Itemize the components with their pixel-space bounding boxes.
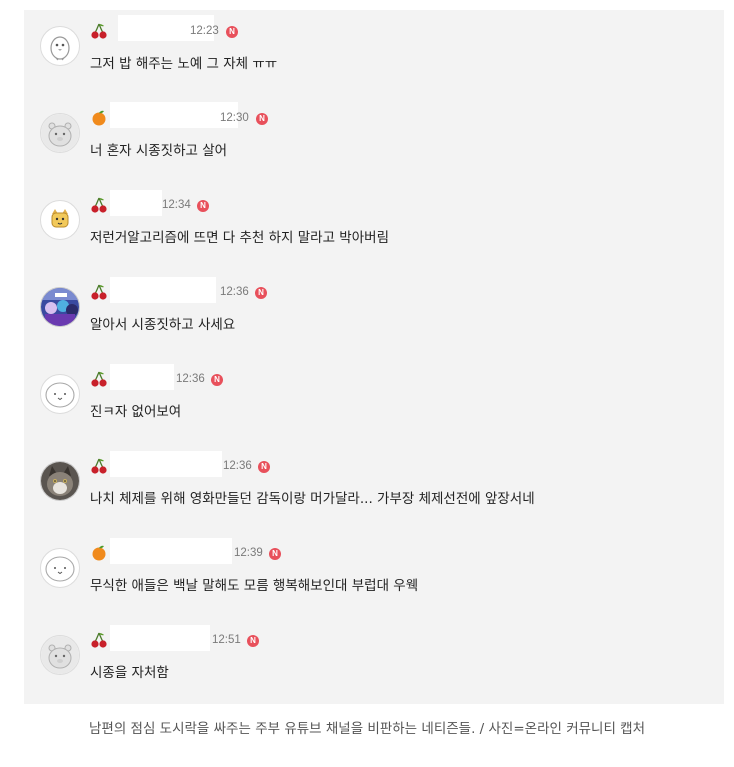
username-redaction (110, 277, 216, 303)
comment-time: 12:30 (220, 112, 249, 124)
new-badge-icon: N (255, 287, 267, 299)
comment-text: 진ㅋ자 없어보여 (90, 404, 182, 420)
comment-item: 12:36 N 진ㅋ자 없어보여 (24, 358, 724, 445)
new-badge-icon: N (247, 635, 259, 647)
cherry-icon (90, 283, 108, 301)
comment-text: 알아서 시종짓하고 사세요 (90, 317, 236, 333)
comment-item: 12:30 N 너 혼자 시종짓하고 살어 (24, 97, 724, 184)
username-redaction (110, 364, 174, 390)
cherry-icon (90, 370, 108, 388)
comment-item: 12:36 N 나치 체제를 위해 영화만들던 감독이랑 머가달라... 가부장… (24, 445, 724, 532)
username-redaction (110, 625, 210, 651)
cherry-icon (90, 196, 108, 214)
comment-time: 12:36 (223, 460, 252, 472)
comment-time: 12:36 (220, 286, 249, 298)
comment-item: 12:34 N 저런거알고리즘에 뜨면 다 추천 하지 말라고 박아버림 (24, 184, 724, 271)
new-badge-icon: N (258, 461, 270, 473)
comment-text: 나치 체제를 위해 영화만들던 감독이랑 머가달라... 가부장 체제선전에 앞… (90, 491, 535, 507)
comment-item: 12:23 N 그저 밥 해주는 노예 그 자체 ㅠㅠ (24, 10, 724, 97)
orange-icon (90, 544, 108, 562)
comment-text: 그저 밥 해주는 노예 그 자체 ㅠㅠ (90, 56, 278, 72)
comment-time: 12:34 (162, 199, 191, 211)
cherry-icon (90, 457, 108, 475)
bear-avatar[interactable] (40, 113, 80, 153)
comment-item: 12:36 N 알아서 시종짓하고 사세요 (24, 271, 724, 358)
bear-avatar[interactable] (40, 635, 80, 675)
username-redaction (110, 538, 232, 564)
comment-item: 12:39 N 무식한 애들은 백날 말해도 모름 행복해보인대 부럽대 우웩 (24, 532, 724, 619)
username-redaction (110, 451, 222, 477)
new-badge-icon: N (269, 548, 281, 560)
comment-item: 12:51 N 시종을 자처함 (24, 619, 724, 706)
comment-time: 12:36 (176, 373, 205, 385)
photo-avatar[interactable] (40, 287, 80, 327)
blob-avatar[interactable] (40, 374, 80, 414)
comment-text: 시종을 자처함 (90, 665, 169, 681)
new-badge-icon: N (211, 374, 223, 386)
penguin-avatar[interactable] (40, 26, 80, 66)
comment-time: 12:23 (190, 25, 219, 37)
comment-time: 12:51 (212, 634, 241, 646)
new-badge-icon: N (226, 26, 238, 38)
cherry-icon (90, 22, 108, 40)
cherry-icon (90, 631, 108, 649)
comment-time: 12:39 (234, 547, 263, 559)
cat-sticker-avatar[interactable] (40, 200, 80, 240)
comment-panel: 12:23 N 그저 밥 해주는 노예 그 자체 ㅠㅠ 12:30 N 너 혼자… (24, 10, 724, 704)
comment-text: 너 혼자 시종짓하고 살어 (90, 143, 228, 159)
image-caption: 남편의 점심 도시락을 싸주는 주부 유튜브 채널을 비판하는 네티즌들. / … (88, 721, 646, 737)
comment-text: 무식한 애들은 백날 말해도 모름 행복해보인대 부럽대 우웩 (90, 578, 419, 594)
cat-photo-avatar[interactable] (40, 461, 80, 501)
blob-avatar[interactable] (40, 548, 80, 588)
new-badge-icon: N (197, 200, 209, 212)
username-redaction (110, 190, 162, 216)
username-redaction (110, 102, 238, 128)
new-badge-icon: N (256, 113, 268, 125)
orange-icon (90, 109, 108, 127)
comment-text: 저런거알고리즘에 뜨면 다 추천 하지 말라고 박아버림 (90, 230, 389, 246)
